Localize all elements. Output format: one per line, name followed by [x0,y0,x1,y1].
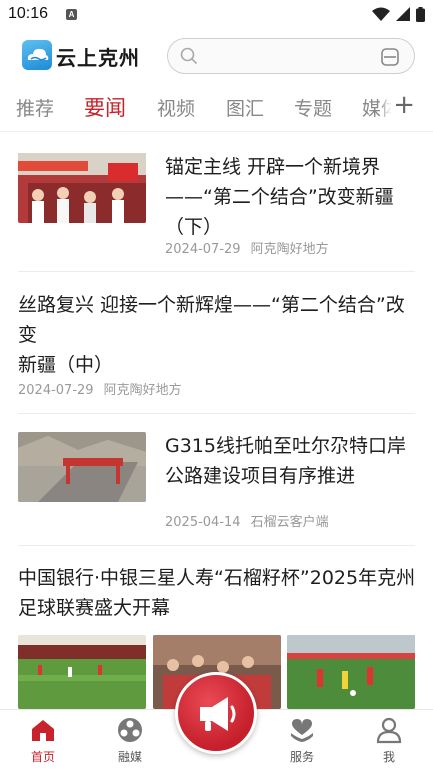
news-title: 中国银行·中银三星人寿“石榴籽杯”2025年克州 足球联赛盛大开幕 [18,563,418,623]
tab-recommend[interactable]: 推荐 [16,94,54,121]
wifi-icon [372,7,390,21]
news-title: G315线托帕至吐尔尕特口岸 公路建设项目有序推进 [165,431,415,491]
tab-gallery[interactable]: 图汇 [226,94,264,121]
news-title-line: 丝路复兴 迎接一个新辉煌——“第二个结合”改变 [18,294,405,346]
battery-icon [416,6,425,22]
profile-icon [376,717,402,744]
news-title-line: 中国银行·中银三星人寿“石榴籽杯”2025年克州 [18,567,416,589]
news-title: 锚定主线 开辟一个新境界 ——“第二个结合”改变新疆 （下） [165,152,415,242]
add-tab-icon[interactable]: + [379,90,415,120]
app-logo-icon [22,40,52,70]
news-title-line: 公路建设项目有序推进 [165,465,356,487]
tab-topics[interactable]: 专题 [294,94,332,121]
news-thumbnail [18,432,146,502]
search-input[interactable] [167,38,415,74]
nav-label: 首页 [30,750,55,764]
nav-label: 服务 [289,750,314,764]
divider [18,545,415,546]
status-icons [372,6,425,22]
divider [18,271,415,272]
nav-home[interactable]: 首页 [13,716,73,765]
status-bar: 10:16 A [0,0,433,30]
news-meta: 2024-07-29 阿克陶好地方 [165,238,329,257]
news-title-line: 新疆（中） [18,354,114,376]
app-name: 云上克州 [56,46,140,70]
news-source: 阿克陶好地方 [250,242,329,257]
news-title: 丝路复兴 迎接一个新辉煌——“第二个结合”改变 新疆（中） [18,290,418,380]
nav-label: 融媒 [117,750,142,764]
nav-profile[interactable]: 我 [359,716,419,765]
signal-icon [396,7,410,21]
service-icon [291,719,313,742]
category-tabs: 推荐 要闻 视频 图汇 专题 媒体 + [0,84,433,132]
news-source: 阿克陶好地方 [103,383,182,398]
nav-media[interactable]: 融媒 [100,716,160,765]
nav-service[interactable]: 服务 [272,716,332,765]
status-time: 10:16 [8,5,49,22]
news-source: 石榴云客户端 [250,515,329,530]
nav-label: 我 [382,750,395,764]
news-date: 2024-07-29 [165,242,241,257]
divider [18,413,415,414]
scan-icon[interactable] [380,47,400,67]
news-thumbnail [18,635,146,709]
news-title-line: 锚定主线 开辟一个新境界 [165,156,381,178]
news-thumbnail [287,635,415,709]
news-title-line: 足球联赛盛大开幕 [18,597,171,619]
news-date: 2024-07-29 [18,383,94,398]
search-icon [180,47,198,65]
news-title-line: G315线托帕至吐尔尕特口岸 [165,435,406,457]
news-meta: 2024-07-29 阿克陶好地方 [18,379,182,398]
notification-icon: A [66,9,77,20]
news-thumbnail [18,153,146,223]
news-meta: 2025-04-14 石榴云客户端 [165,511,329,530]
tab-headlines[interactable]: 要闻 [84,92,126,122]
home-icon [32,720,54,741]
media-icon [118,718,142,742]
publish-button[interactable] [175,672,257,754]
news-date: 2025-04-14 [165,515,241,530]
app-header: 云上克州 [0,30,433,82]
news-title-line: ——“第二个结合”改变新疆 [165,186,394,208]
megaphone-icon [200,697,236,731]
tab-video[interactable]: 视频 [157,94,195,121]
